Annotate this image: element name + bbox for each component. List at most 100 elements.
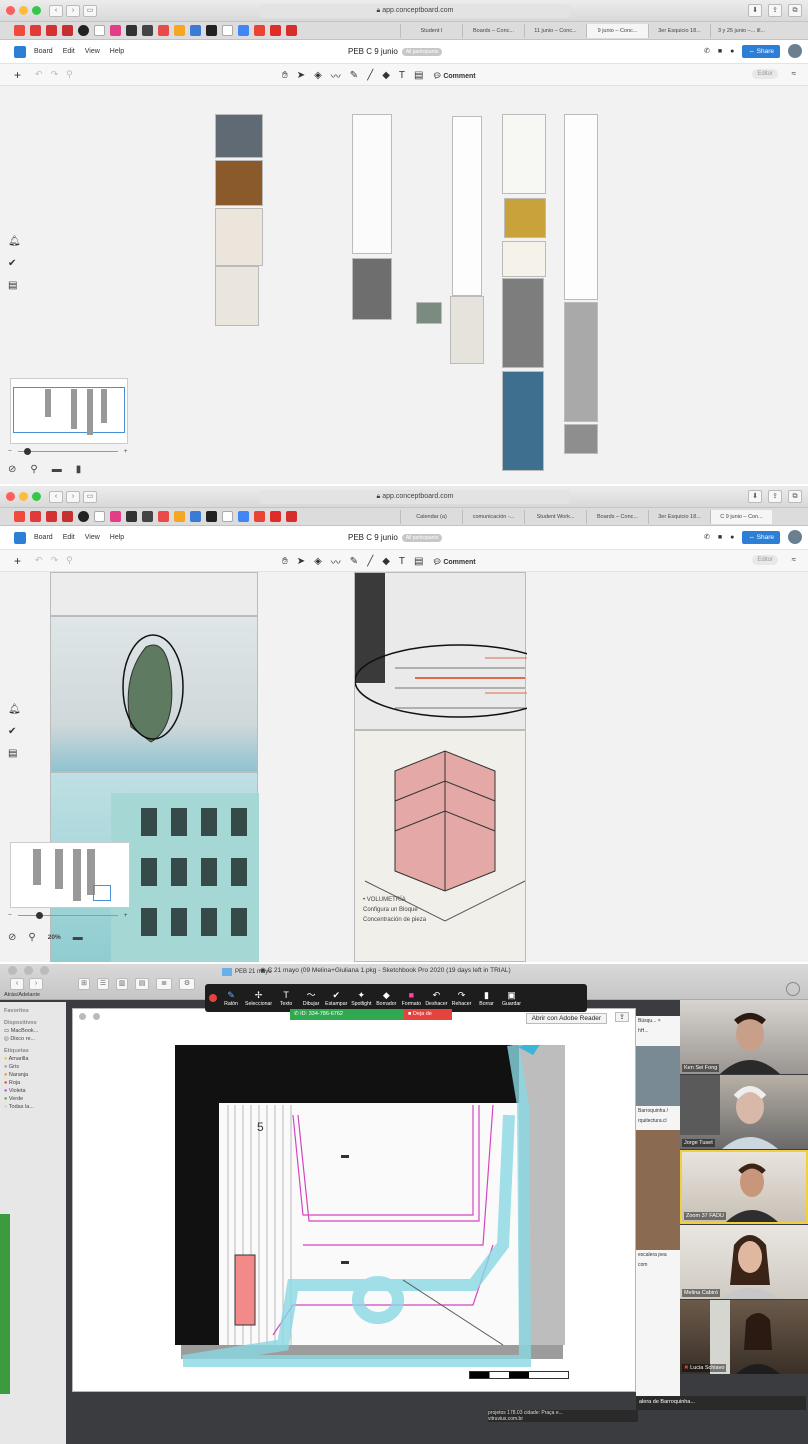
- bookmark-icon[interactable]: [254, 25, 265, 36]
- collapse-icon[interactable]: ≈: [792, 69, 796, 78]
- bookmark-icon[interactable]: [174, 25, 185, 36]
- board-image[interactable]: [502, 371, 544, 471]
- tasks-icon[interactable]: ✔: [8, 258, 16, 269]
- sidebar-toggle-icon[interactable]: ▭: [83, 4, 97, 17]
- tool-select[interactable]: ✢ Seleccionar: [245, 990, 272, 1007]
- select-tool-icon[interactable]: ➤: [297, 70, 305, 81]
- conceptboard-logo-icon[interactable]: [14, 531, 26, 544]
- tag-item[interactable]: ● Amarilla: [4, 1056, 62, 1062]
- menu-help[interactable]: Help: [110, 48, 124, 55]
- column-view-icon[interactable]: ▥: [116, 978, 128, 990]
- bookmark-icon[interactable]: [142, 25, 153, 36]
- bookmark-icon[interactable]: [158, 25, 169, 36]
- menu-view[interactable]: View: [85, 48, 100, 55]
- tab[interactable]: comunicación -...: [462, 510, 524, 524]
- menu-view[interactable]: View: [85, 534, 100, 541]
- close-window-button[interactable]: [79, 1013, 86, 1020]
- bookmark-icon[interactable]: [238, 25, 249, 36]
- pen-tool-icon[interactable]: 〰: [331, 68, 341, 83]
- tool-undo[interactable]: ↶ Deshacer: [425, 990, 447, 1007]
- tag-item[interactable]: ● Naranja: [4, 1072, 62, 1078]
- text-tool-icon[interactable]: T: [399, 556, 405, 567]
- board-title[interactable]: PEB C 9 junio All participants: [348, 47, 443, 56]
- search-icon[interactable]: ⚲: [28, 932, 35, 943]
- menu-board[interactable]: Board: [34, 534, 53, 541]
- back-icon[interactable]: ‹: [49, 4, 63, 17]
- tabs-icon[interactable]: ⧉: [788, 4, 802, 17]
- minimize-window-button[interactable]: [19, 6, 28, 15]
- shape-tool-icon[interactable]: ◆: [382, 556, 390, 567]
- downloads-icon[interactable]: ⬇: [748, 490, 762, 503]
- bookmark-icon[interactable]: [110, 511, 121, 522]
- bookmark-icon[interactable]: [94, 511, 105, 522]
- bookmark-icon[interactable]: [158, 511, 169, 522]
- tool-text[interactable]: T Texto: [275, 990, 297, 1007]
- zoom-out-icon[interactable]: −: [8, 448, 12, 455]
- video-tile[interactable]: Jorge Tuset: [680, 1075, 808, 1149]
- bookmark-icon[interactable]: [286, 25, 297, 36]
- bookmark-icon[interactable]: [222, 511, 233, 522]
- meeting-id-badge[interactable]: ✆ ID: 334-786-6762: [290, 1009, 404, 1020]
- tool-spotlight[interactable]: ✦ Spotlight: [350, 990, 372, 1007]
- undo-icon[interactable]: ↶: [35, 555, 43, 566]
- back-icon[interactable]: ‹: [10, 978, 24, 990]
- bookmark-icon[interactable]: [286, 511, 297, 522]
- tab[interactable]: 3er Esquicio 18...: [648, 24, 710, 38]
- search-icon[interactable]: ⚲: [30, 464, 37, 475]
- mouse-icon[interactable]: ▮: [76, 464, 82, 475]
- video-tile[interactable]: Ken Sei Fong: [680, 1000, 808, 1074]
- tool-save[interactable]: ▣ Guardar: [501, 990, 523, 1007]
- tabs-icon[interactable]: ⧉: [788, 490, 802, 503]
- redo-icon[interactable]: ↷: [51, 555, 59, 566]
- editor-badge[interactable]: Editor: [752, 555, 778, 565]
- tab[interactable]: Calendar (a): [400, 510, 462, 524]
- tab[interactable]: 3 y 25 junio –... ill...: [710, 24, 772, 38]
- participants-badge[interactable]: All participants: [401, 47, 443, 56]
- avatar[interactable]: [788, 530, 802, 544]
- video-tile[interactable]: Melina Cabiró: [680, 1225, 808, 1299]
- board-image[interactable]: [504, 198, 546, 238]
- editor-badge[interactable]: Editor: [752, 69, 778, 79]
- maximize-window-button[interactable]: [32, 492, 41, 501]
- tool-mouse[interactable]: ✎ Ratón: [220, 990, 242, 1007]
- paint-format-icon[interactable]: ⚲: [66, 555, 73, 566]
- board-image[interactable]: [50, 572, 258, 616]
- video-icon[interactable]: ■: [718, 48, 722, 55]
- comment-button[interactable]: 💬︎ Comment: [432, 72, 475, 80]
- sidebar-item-macbook[interactable]: ▭ MacBook...: [4, 1028, 62, 1034]
- bookmark-icon[interactable]: [62, 25, 73, 36]
- user-icon[interactable]: [786, 982, 800, 996]
- menu-edit[interactable]: Edit: [63, 48, 75, 55]
- video-tile[interactable]: ✖ Lucia Schiavo: [680, 1300, 808, 1374]
- close-window-button[interactable]: [6, 6, 15, 15]
- bookmark-icon[interactable]: [62, 511, 73, 522]
- board-title[interactable]: PEB C 9 junio All participants: [348, 533, 443, 542]
- minimap-viewport[interactable]: [13, 387, 125, 433]
- bookmark-icon[interactable]: [254, 511, 265, 522]
- zoom-handle[interactable]: [23, 448, 31, 455]
- tab[interactable]: Student I: [400, 24, 462, 38]
- shape-tool-icon[interactable]: ◆: [382, 70, 390, 81]
- collapse-icon[interactable]: ≈: [792, 555, 796, 564]
- board-image[interactable]: [564, 424, 598, 454]
- bookmark-icon[interactable]: [30, 511, 41, 522]
- minimap-viewport[interactable]: [93, 885, 111, 901]
- bookmark-icon[interactable]: [238, 511, 249, 522]
- select-tool-icon[interactable]: ➤: [297, 556, 305, 567]
- bookmark-icon[interactable]: [78, 511, 89, 522]
- pen-tool-icon[interactable]: 〰: [331, 554, 341, 569]
- share-button[interactable]: ⇔ Share: [742, 44, 780, 58]
- paint-format-icon[interactable]: ⚲: [66, 69, 73, 80]
- bookmark-icon[interactable]: [142, 511, 153, 522]
- menu-edit[interactable]: Edit: [63, 534, 75, 541]
- action-gear-icon[interactable]: ⚙: [179, 978, 195, 990]
- gallery-view-icon[interactable]: ▤: [135, 978, 149, 990]
- sidebar-item-disk[interactable]: ◎ Disco re...: [4, 1036, 62, 1042]
- tool-format[interactable]: ■ Formato: [400, 990, 422, 1007]
- tab[interactable]: Boards – Conc...: [586, 510, 648, 524]
- text-tool-icon[interactable]: T: [399, 70, 405, 81]
- share-icon[interactable]: ⇪: [615, 1012, 629, 1022]
- zoom-slider[interactable]: − +: [8, 448, 128, 455]
- video-tile-active-speaker[interactable]: Zoom 37 FADU: [680, 1150, 808, 1224]
- presenter-icon[interactable]: ▬: [52, 464, 62, 475]
